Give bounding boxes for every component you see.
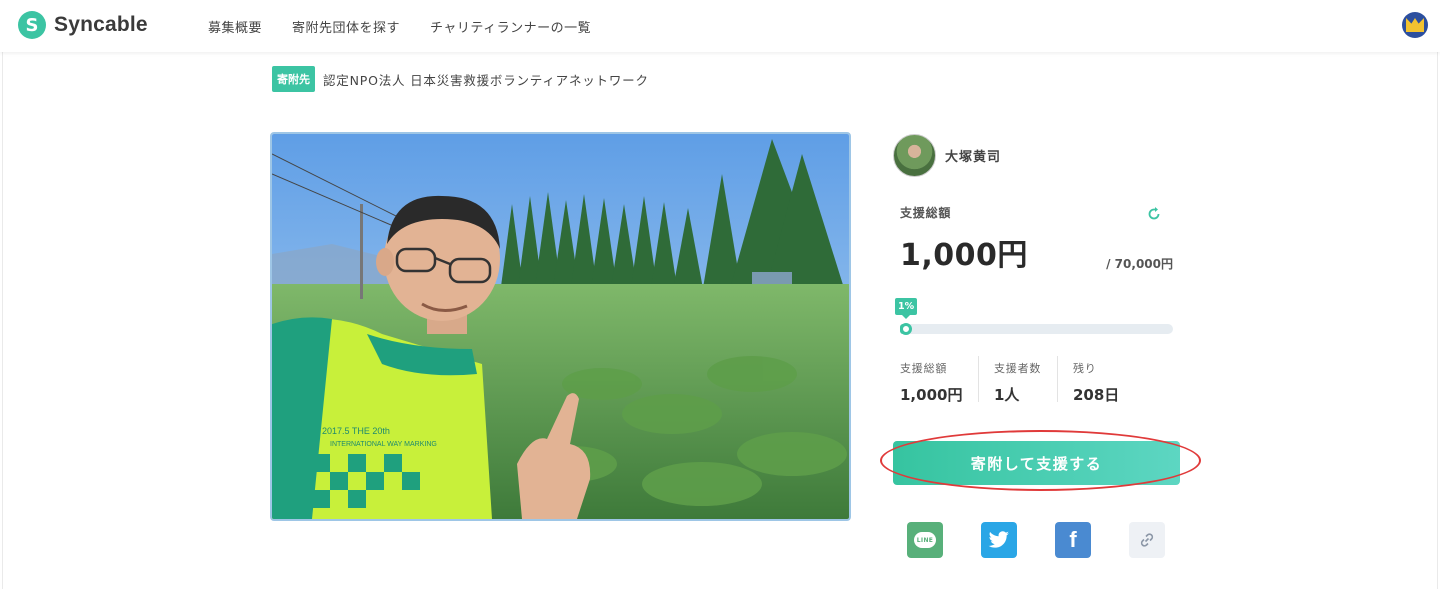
progress-percent-badge: 1% (895, 298, 918, 319)
donate-button[interactable]: 寄附して支援する (893, 441, 1180, 485)
recipient-name[interactable]: 認定NPO法人 日本災害救援ボランティアネットワーク (323, 70, 649, 89)
runner-profile[interactable]: 大塚黄司 (893, 134, 1001, 177)
stat-value: 1人 (994, 386, 1020, 404)
runner-name: 大塚黄司 (945, 150, 1002, 165)
facebook-icon: f (1069, 527, 1077, 552)
copy-link-button[interactable] (1129, 522, 1165, 558)
crown-icon (1406, 18, 1424, 32)
nav-item-runner-list[interactable]: チャリティランナーの一覧 (430, 17, 591, 36)
site-logo[interactable]: S Syncable (18, 11, 148, 39)
shirt-print-1: 2017.5 THE 20th (322, 426, 390, 436)
runner-avatar (893, 134, 936, 177)
page-border-right (1437, 52, 1438, 589)
stat-label: 残り (1073, 362, 1097, 375)
share-buttons: LINE f (907, 522, 1165, 558)
stat-value: 1,000円 (900, 386, 963, 404)
stat-supporters: 支援者数 1人 (979, 356, 1058, 404)
page-border-left (2, 52, 3, 589)
link-icon (1140, 533, 1154, 547)
recipient-tag: 寄附先 (272, 66, 315, 92)
main-nav: 募集概要 寄附先団体を探す チャリティランナーの一覧 (208, 17, 621, 36)
campaign-photo: 2017.5 THE 20th INTERNATIONAL WAY MARKIN… (270, 132, 851, 521)
total-label: 支援総額 (900, 206, 952, 220)
stats-row: 支援総額 1,000円 支援者数 1人 残り 208日 (894, 356, 1138, 404)
site-header: S Syncable 募集概要 寄附先団体を探す チャリティランナーの一覧 (0, 0, 1440, 52)
refresh-icon[interactable] (1146, 206, 1162, 222)
stat-value: 208日 (1073, 386, 1120, 404)
shirt-print-2: INTERNATIONAL WAY MARKING (330, 441, 437, 448)
logo-mark-icon: S (18, 11, 46, 39)
share-line-button[interactable]: LINE (907, 522, 943, 558)
stat-total: 支援総額 1,000円 (894, 356, 979, 404)
stat-remaining: 残り 208日 (1058, 356, 1138, 404)
progress-bar (900, 323, 1173, 335)
twitter-bird-icon (988, 531, 1009, 548)
logo-text: Syncable (54, 13, 148, 36)
total-amount: 1,000円 (900, 238, 1028, 273)
goal-amount: / 70,000円 (1106, 257, 1173, 271)
share-twitter-button[interactable] (981, 522, 1017, 558)
stat-label: 支援総額 (900, 362, 948, 375)
share-facebook-button[interactable]: f (1055, 522, 1091, 558)
progress-knob (900, 323, 912, 335)
nav-item-overview[interactable]: 募集概要 (208, 17, 262, 36)
nav-item-find-organizations[interactable]: 寄附先団体を探す (292, 17, 400, 36)
recipient-info: 寄附先 認定NPO法人 日本災害救援ボランティアネットワーク (272, 66, 649, 92)
stat-label: 支援者数 (994, 362, 1042, 375)
line-icon: LINE (914, 532, 936, 548)
user-avatar-icon[interactable] (1402, 12, 1428, 38)
